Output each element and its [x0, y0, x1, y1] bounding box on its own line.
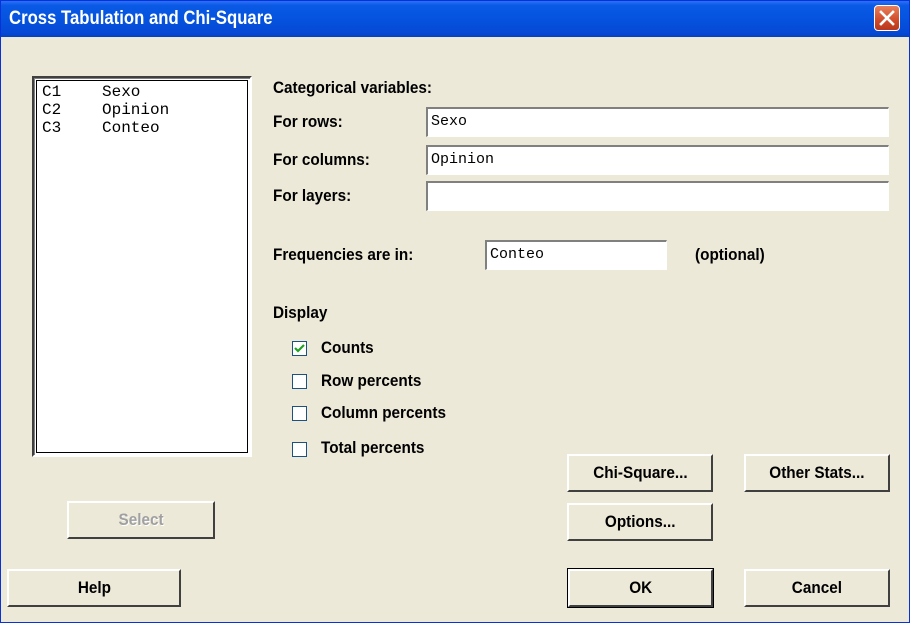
frequencies-field[interactable]: Conteo [485, 240, 667, 270]
for-columns-field[interactable]: Opinion [426, 145, 889, 175]
column-percents-checkbox[interactable] [292, 406, 307, 421]
close-icon [879, 10, 895, 26]
title-bar[interactable]: Cross Tabulation and Chi-Square [1, 1, 909, 37]
categorical-variables-heading: Categorical variables: [273, 78, 433, 97]
cancel-button[interactable]: Cancel [744, 569, 890, 607]
select-button[interactable]: Select [67, 501, 215, 539]
for-layers-field[interactable] [426, 181, 889, 211]
checkmark-icon [294, 344, 305, 353]
for-rows-label: For rows: [273, 112, 343, 131]
chi-square-button[interactable]: Chi-Square... [567, 454, 713, 492]
display-heading: Display [273, 303, 328, 322]
for-rows-field[interactable]: Sexo [426, 107, 889, 137]
dialog-window: Cross Tabulation and Chi-Square C1 Sexo … [0, 0, 910, 623]
total-percents-label[interactable]: Total percents [321, 438, 424, 458]
total-percents-checkbox[interactable] [292, 442, 307, 457]
optional-note: (optional) [695, 245, 765, 264]
for-layers-label: For layers: [273, 186, 352, 205]
ok-button[interactable]: OK [567, 568, 714, 608]
window-title: Cross Tabulation and Chi-Square [9, 8, 273, 29]
counts-checkbox[interactable] [292, 341, 307, 356]
other-stats-button[interactable]: Other Stats... [744, 454, 890, 492]
counts-label[interactable]: Counts [321, 338, 374, 358]
help-button[interactable]: Help [7, 569, 181, 607]
frequencies-label: Frequencies are in: [273, 245, 414, 264]
row-percents-checkbox[interactable] [292, 374, 307, 389]
close-button[interactable] [874, 5, 900, 31]
column-percents-label[interactable]: Column percents [321, 403, 446, 423]
for-columns-label: For columns: [273, 150, 370, 169]
column-listbox[interactable]: C1 Sexo C2 Opinion C3 Conteo [32, 76, 252, 457]
options-button[interactable]: Options... [567, 503, 713, 541]
row-percents-label[interactable]: Row percents [321, 371, 421, 391]
